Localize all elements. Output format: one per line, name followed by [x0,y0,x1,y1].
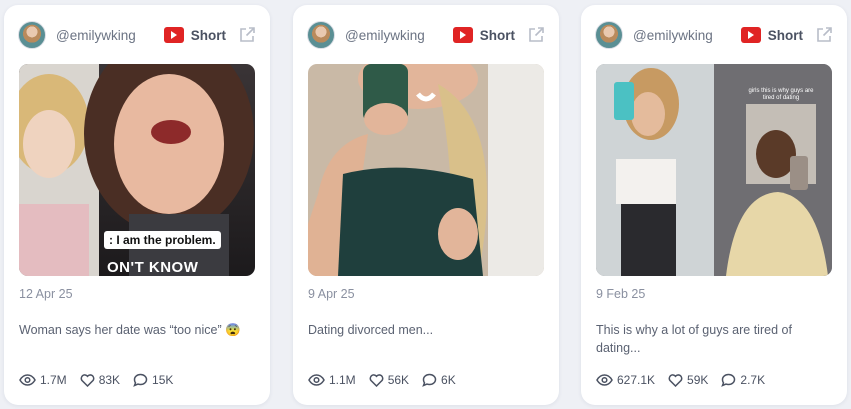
comments-stat: 6K [422,373,456,387]
comments-count: 6K [441,373,456,387]
likes-stat: 56K [369,373,409,387]
external-link-icon[interactable] [815,26,833,44]
video-card[interactable]: @emilywking Short : I am the problem. ON… [4,5,270,405]
views-count: 627.1K [617,373,656,387]
external-link-icon[interactable] [527,26,545,44]
stats-row: 627.1K 59K 2.7K [596,371,778,389]
channel-handle[interactable]: @emilywking [56,28,164,43]
comment-icon [422,373,437,387]
post-date: 9 Apr 25 [308,287,355,301]
stats-row: 1.1M 56K 6K [308,371,469,389]
post-date: 9 Feb 25 [596,287,646,301]
card-header: @emilywking Short [18,19,256,51]
video-card[interactable]: @emilywking Short 9 Apr 25 Dating divorc… [293,5,559,405]
likes-stat: 59K [668,373,708,387]
heart-icon [369,373,384,387]
eye-icon [596,374,613,386]
heart-icon [80,373,95,387]
comment-icon [721,373,736,387]
avatar[interactable] [595,21,623,49]
eye-icon [308,374,325,386]
video-thumbnail[interactable]: girls this is why guys are tired of dati… [596,64,832,276]
stats-row: 1.7M 83K 15K [19,371,186,389]
post-date: 12 Apr 25 [19,287,73,301]
video-thumbnail[interactable] [308,64,544,276]
youtube-icon [740,27,761,43]
youtube-icon [452,27,473,43]
video-title: This is why a lot of guys are tired of d… [596,323,792,355]
views-count: 1.1M [329,373,356,387]
thumbnail-image [308,64,544,276]
heart-icon [668,373,683,387]
views-stat: 627.1K [596,373,655,387]
thumbnail-overlay-text: girls this is why guys are tired of dati… [748,88,814,101]
avatar[interactable] [307,21,335,49]
likes-stat: 83K [80,373,120,387]
likes-count: 59K [687,373,709,387]
comments-stat: 2.7K [721,373,765,387]
avatar[interactable] [18,21,46,49]
eye-icon [19,374,36,386]
comments-stat: 15K [133,373,173,387]
likes-count: 56K [387,373,410,387]
video-thumbnail[interactable]: : I am the problem. ON'T KNOW [19,64,255,276]
external-link-icon[interactable] [238,26,256,44]
thumbnail-caption: : I am the problem. [104,231,221,249]
views-count: 1.7M [40,373,67,387]
thumbnail-overlay-text: ON'T KNOW [107,259,199,276]
comments-count: 2.7K [740,373,766,387]
views-stat: 1.7M [19,373,67,387]
channel-handle[interactable]: @emilywking [633,28,741,43]
video-type-label: Short [767,27,803,43]
card-header: @emilywking Short [595,19,833,51]
video-type-label: Short [190,27,226,43]
video-card[interactable]: @emilywking Short girls this is why guys… [581,5,847,405]
video-title: Dating divorced men... [308,323,434,337]
views-stat: 1.1M [308,373,356,387]
likes-count: 83K [98,373,121,387]
video-type-label: Short [479,27,515,43]
comments-count: 15K [152,373,174,387]
card-header: @emilywking Short [307,19,545,51]
channel-handle[interactable]: @emilywking [345,28,453,43]
comment-icon [133,373,148,387]
youtube-icon [163,27,184,43]
video-title: Woman says her date was “too nice” 😨 [19,323,241,337]
